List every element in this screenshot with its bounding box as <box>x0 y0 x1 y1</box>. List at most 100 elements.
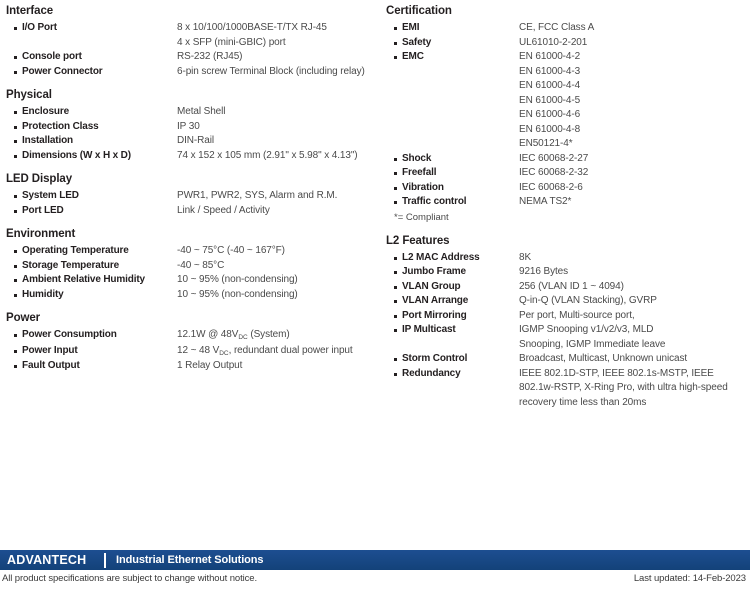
bullet-icon <box>14 209 17 213</box>
spec-label-text: System LED <box>22 190 79 201</box>
spec-value: -40 ~ 75°C (-40 ~ 167°F) <box>177 244 376 259</box>
spec-value: DIN-Rail <box>177 134 376 149</box>
spec-section-led-display: LED Display System LED PWR1, PWR2, SYS, Al… <box>6 172 376 218</box>
advantech-logo: ADVANTECH <box>0 552 104 567</box>
spec-label-text: Dimensions (W x H x D) <box>22 149 131 161</box>
spec-value-line: 6-pin screw Terminal Block (including re… <box>177 65 365 77</box>
spec-value: 8K <box>519 251 746 266</box>
spec-label: System LED <box>6 189 177 204</box>
section-title: Environment <box>6 228 76 240</box>
spec-row-operating-temperature: Operating Temperature -40 ~ 75°C (-40 ~ 1… <box>6 244 376 259</box>
spec-value: 74 x 152 x 105 mm (2.91" x 5.98" x 4.13"… <box>177 149 376 164</box>
spec-label: Power Connector <box>6 65 177 80</box>
spec-label: Humidity <box>6 288 177 303</box>
spec-label-text: VLAN Group <box>402 280 461 292</box>
spec-label: Ambient Relative Humidity <box>6 273 177 288</box>
spec-row-humidity: Humidity 10 ~ 95% (non-condensing) <box>6 288 376 303</box>
spec-row-system-led: System LED PWR1, PWR2, SYS, Alarm and R.M… <box>6 189 376 204</box>
spec-label: IP Multicast <box>386 323 519 338</box>
spec-value: Metal Shell <box>177 105 376 120</box>
spec-label: Console port <box>6 50 177 65</box>
spec-label: Enclosure <box>6 105 177 120</box>
spec-value-line: Per port, Multi-source port, <box>519 309 635 321</box>
spec-section-interface: Interface I/O Port 8 x 10/100/1000BASE-T/T… <box>6 4 376 79</box>
spec-label-text: Storm Control <box>402 353 468 364</box>
spec-value-line: DIN-Rail <box>177 135 214 146</box>
spec-value-line: IEEE 802.1D-STP, IEEE 802.1s-MSTP, IEEE <box>519 367 714 379</box>
spec-value-line: EN 61000-4-8 <box>519 123 581 135</box>
spec-label-text: Power Consumption <box>22 329 117 340</box>
spec-row-power-consumption: Power Consumption 12.1W @ 48VDC (System) <box>6 328 376 344</box>
footer-last-updated: Last updated: 14-Feb-2023 <box>633 573 746 584</box>
spec-value-line: Q-in-Q (VLAN Stacking), GVRP <box>519 295 657 306</box>
spec-value: IEEE 802.1D-STP, IEEE 802.1s-MSTP, IEEE 8… <box>519 367 746 411</box>
spec-label: Traffic control <box>386 195 519 210</box>
bullet-icon <box>394 271 397 274</box>
spec-value: CE, FCC Class A <box>519 21 746 36</box>
bullet-icon <box>394 56 397 59</box>
spec-value-line: 12 ~ 48 VDC, redundant dual power input <box>177 344 353 357</box>
value-subscript: DC <box>219 349 229 357</box>
spec-value-line: EN 61000-4-4 <box>519 80 581 91</box>
spec-label-text: Installation <box>22 135 73 146</box>
spec-label: Protection Class <box>6 120 177 135</box>
spec-label-text: Port Mirroring <box>402 309 467 321</box>
spec-label-text: Port LED <box>22 204 64 216</box>
bullet-icon <box>14 111 17 114</box>
spec-value-line: Link / Speed / Activity <box>177 204 270 216</box>
bullet-icon <box>14 56 17 59</box>
spec-value-line: 4 x SFP (mini-GBIC) port <box>177 36 286 48</box>
spec-row-port-led: Port LED Link / Speed / Activity <box>6 204 376 219</box>
section-title: Interface <box>6 5 54 17</box>
spec-value: IP 30 <box>177 120 376 135</box>
spec-row-jumbo-frame: Jumbo Frame 9216 Bytes <box>386 265 746 280</box>
spec-row-l2-mac-address: L2 MAC Address 8K <box>386 251 746 266</box>
spec-label-text: I/O Port <box>22 22 57 33</box>
spec-value: 8 x 10/100/1000BASE-T/TX RJ-45 4 x SFP (m… <box>177 21 376 50</box>
bullet-icon <box>14 195 17 198</box>
spec-value: 12 ~ 48 VDC, redundant dual power input <box>177 344 376 360</box>
spec-value: 256 (VLAN ID 1 ~ 4094) <box>519 280 746 295</box>
spec-row-ip-multicast: IP Multicast IGMP Snooping v1/v2/v3, MLD S… <box>386 323 746 352</box>
spec-sheet: Interface I/O Port 8 x 10/100/1000BASE-T/T… <box>0 0 750 591</box>
right-spec-column: Certification EMI CE, FCC Class A Safety UL6… <box>380 4 750 419</box>
spec-value-line: 8K <box>519 251 532 263</box>
spec-value: IEC 60068-2-6 <box>519 181 746 196</box>
spec-label-text: EMI <box>402 22 420 33</box>
spec-row-power-input: Power Input 12 ~ 48 VDC, redundant dual p… <box>6 344 376 360</box>
bullet-icon <box>394 41 397 45</box>
spec-row-emc: EMC EN 61000-4-2 EN 61000-4-3 EN 61000-4-4 E… <box>386 50 746 152</box>
footer-disclaimer: All product specifications are subject t… <box>2 573 257 584</box>
bullet-icon <box>14 264 17 268</box>
page-footer: ADVANTECH Industrial Ethernet Solutions … <box>0 550 750 591</box>
spec-row-freefall: Freefall IEC 60068-2-32 <box>386 166 746 181</box>
spec-value-line: 74 x 152 x 105 mm (2.91" x 5.98" x 4.13"… <box>177 149 358 161</box>
bullet-icon <box>14 250 17 253</box>
advantech-logo-text: ADVANTECH <box>7 552 87 567</box>
bullet-icon <box>394 186 397 190</box>
spec-value: 1 Relay Output <box>177 359 376 374</box>
spec-label-text: Jumbo Frame <box>402 266 466 277</box>
spec-row-installation: Installation DIN-Rail <box>6 134 376 149</box>
spec-value-line: 802.1w-RSTP, X-Ring Pro, with ultra high… <box>519 382 728 393</box>
spec-label-text: IP Multicast <box>402 324 456 335</box>
bullet-icon <box>394 201 397 204</box>
spec-label: Fault Output <box>6 359 177 374</box>
spec-label: VLAN Group <box>386 280 519 295</box>
spec-row-protection-class: Protection Class IP 30 <box>6 120 376 135</box>
spec-row-vibration: Vibration IEC 60068-2-6 <box>386 181 746 196</box>
spec-label-text: Power Input <box>22 344 78 356</box>
bullet-icon <box>14 349 17 353</box>
spec-label-text: Power Connector <box>22 65 103 77</box>
value-subscript: DC <box>238 334 248 341</box>
spec-value-line: 9216 Bytes <box>519 266 569 277</box>
spec-row-traffic-control: Traffic control NEMA TS2* <box>386 195 746 210</box>
spec-value-line: recovery time less than 20ms <box>519 396 647 408</box>
spec-value: IGMP Snooping v1/v2/v3, MLD Snooping, IGM… <box>519 323 746 352</box>
spec-value: IEC 60068-2-32 <box>519 166 746 181</box>
spec-label-text: Vibration <box>402 181 444 193</box>
bullet-icon <box>14 365 17 368</box>
spec-label-text: Console port <box>22 51 82 62</box>
spec-label-text: Traffic control <box>402 196 467 207</box>
bullet-icon <box>14 334 17 337</box>
